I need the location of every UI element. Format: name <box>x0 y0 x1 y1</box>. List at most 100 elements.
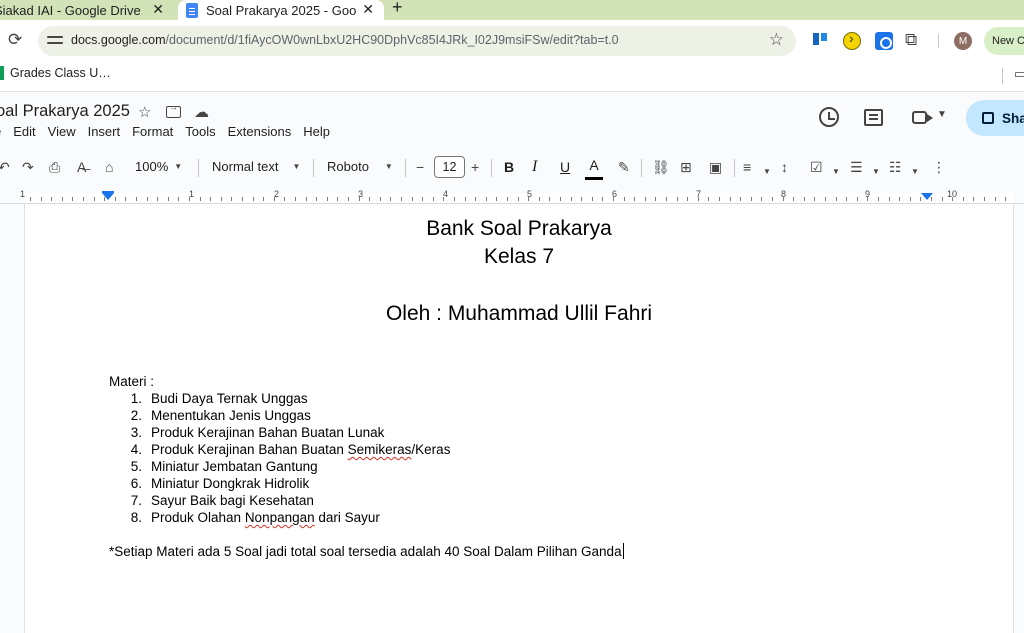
italic-icon[interactable]: I <box>532 158 537 176</box>
ruler-tick <box>486 197 487 201</box>
ruler-tick <box>189 197 190 201</box>
comments-icon[interactable] <box>864 109 883 126</box>
tab-siakad[interactable]: Siakad IAI - Google Drive ✕ <box>0 0 178 20</box>
ruler-tick <box>920 197 921 201</box>
share-button[interactable]: Sha <box>966 100 1024 136</box>
paragraph-style-select[interactable]: Normal text ▼ <box>212 158 300 176</box>
menu-view[interactable]: View <box>48 124 76 139</box>
menu-format[interactable]: Format <box>132 124 173 139</box>
ruler-tick <box>995 197 996 201</box>
list-number: 4. <box>130 442 142 457</box>
style-value: Normal text <box>212 159 279 174</box>
line-spacing-icon[interactable]: ↕ <box>781 158 788 176</box>
paint-format-icon[interactable]: ⌂ <box>105 158 113 176</box>
link-icon[interactable]: ⛓ <box>652 158 670 176</box>
ruler-tick <box>549 197 550 201</box>
ruler-tick <box>210 197 211 201</box>
move-folder-icon[interactable] <box>166 102 181 118</box>
align-left-icon[interactable]: ≡ <box>743 158 751 176</box>
spellcheck-word[interactable]: Semikeras <box>348 442 412 457</box>
bookmark-star-icon[interactable]: ☆ <box>769 30 784 50</box>
chevron-down-icon[interactable]: ▼ <box>937 109 947 120</box>
undo-icon[interactable]: ↶ <box>0 158 10 176</box>
redo-icon[interactable]: ↷ <box>22 158 34 176</box>
zoom-select[interactable]: 100% ▼ <box>135 158 182 176</box>
document-page[interactable]: Bank Soal Prakarya Kelas 7 Oleh : Muhamm… <box>24 204 1014 633</box>
ruler-tick <box>83 197 84 201</box>
menu-extensions[interactable]: Extensions <box>228 124 292 139</box>
ruler-tick <box>51 197 52 201</box>
toolbar-divider <box>641 159 642 177</box>
menu-file[interactable]: e <box>0 124 1 139</box>
star-icon[interactable]: ☆ <box>138 103 151 121</box>
ruler-tick <box>761 197 762 201</box>
extensions-puzzle-icon[interactable]: ⧉ <box>905 30 917 50</box>
site-info-icon[interactable] <box>47 33 63 47</box>
ruler-tick <box>401 197 402 201</box>
bookmark-grades[interactable]: Grades Class U… <box>0 66 111 80</box>
underline-icon[interactable]: U <box>560 158 570 176</box>
cloud-status-icon[interactable]: ☁ <box>194 103 209 121</box>
insert-image-icon[interactable]: ▣ <box>709 158 722 176</box>
font-select[interactable]: Roboto ▼ <box>327 158 393 176</box>
chevron-down-icon[interactable]: ▼ <box>763 163 771 181</box>
chevron-down-icon: ▼ <box>174 162 183 171</box>
menu-edit[interactable]: Edit <box>13 124 35 139</box>
trello-extension-icon[interactable] <box>812 32 830 50</box>
list-number: 1. <box>130 391 142 406</box>
ruler-tick <box>677 197 678 201</box>
address-bar[interactable]: docs.google.com/document/d/1fiAycOW0wnLb… <box>38 26 796 56</box>
bold-icon[interactable]: B <box>504 158 514 176</box>
list-text: /Keras <box>411 442 451 457</box>
close-icon[interactable]: ✕ <box>362 1 374 18</box>
menu-insert[interactable]: Insert <box>88 124 121 139</box>
toolbar-divider <box>491 159 492 177</box>
url-text[interactable]: docs.google.com/document/d/1fiAycOW0wnLb… <box>71 33 619 47</box>
bulleted-list-icon[interactable]: ☰ <box>850 158 863 176</box>
chevron-down-icon[interactable]: ▼ <box>832 163 840 181</box>
reload-icon[interactable]: ⟳ <box>8 30 22 50</box>
list-item: 5. Miniatur Jembatan Gantung <box>109 458 450 475</box>
tab-soal-prakarya[interactable]: Soal Prakarya 2025 - Goo ✕ <box>178 0 384 20</box>
folder-icon[interactable]: ▭ <box>1014 66 1024 82</box>
checklist-icon[interactable]: ☑ <box>810 158 823 176</box>
text-cursor <box>622 543 624 559</box>
profile-avatar[interactable]: M <box>954 32 972 50</box>
new-tab-button[interactable]: + <box>392 0 403 18</box>
meet-icon[interactable] <box>912 111 933 124</box>
chevron-down-icon[interactable]: ▼ <box>872 163 880 181</box>
ruler-tick <box>899 197 900 201</box>
font-size-input[interactable]: 12 <box>434 156 465 178</box>
spellcheck-word[interactable]: Nonpangan <box>245 510 315 525</box>
new-chrome-button[interactable]: New C <box>984 27 1024 55</box>
ruler-tick <box>1005 197 1006 201</box>
ruler-tick <box>973 197 974 201</box>
spellcheck-icon[interactable]: A̶ <box>77 158 86 176</box>
decrease-font-size-icon[interactable]: − <box>416 158 424 176</box>
toolbar-divider <box>734 159 735 177</box>
ruler-tick <box>931 197 932 201</box>
increase-font-size-icon[interactable]: + <box>471 158 479 176</box>
ruler-tick <box>825 197 826 201</box>
docs-icon <box>186 2 198 18</box>
menu-help[interactable]: Help <box>303 124 330 139</box>
blue-extension-icon[interactable] <box>875 32 893 50</box>
toolbar-divider <box>313 159 314 177</box>
text-color-icon[interactable]: A <box>585 157 603 180</box>
numbered-list-icon[interactable]: ☷ <box>889 158 902 176</box>
close-icon[interactable]: ✕ <box>152 1 164 18</box>
ruler-tick <box>655 197 656 201</box>
highlight-icon[interactable]: ✎ <box>618 158 630 176</box>
more-options-icon[interactable]: ⋮ <box>932 158 946 176</box>
version-history-icon[interactable] <box>819 107 839 127</box>
print-icon[interactable]: ⎙ <box>49 158 60 176</box>
menu-tools[interactable]: Tools <box>185 124 215 139</box>
chevron-down-icon[interactable]: ▼ <box>911 163 919 181</box>
add-comment-icon[interactable]: ⊞ <box>680 158 692 176</box>
ruler-tick <box>263 197 264 201</box>
bookmarks-bar: Grades Class U… ▭ <box>0 62 1024 92</box>
ruler-tick <box>624 197 625 201</box>
yellow-extension-icon[interactable] <box>843 30 861 50</box>
browser-tab-strip: Siakad IAI - Google Drive ✕ Soal Prakary… <box>0 0 1024 20</box>
document-title[interactable]: oal Prakarya 2025 <box>0 102 130 121</box>
